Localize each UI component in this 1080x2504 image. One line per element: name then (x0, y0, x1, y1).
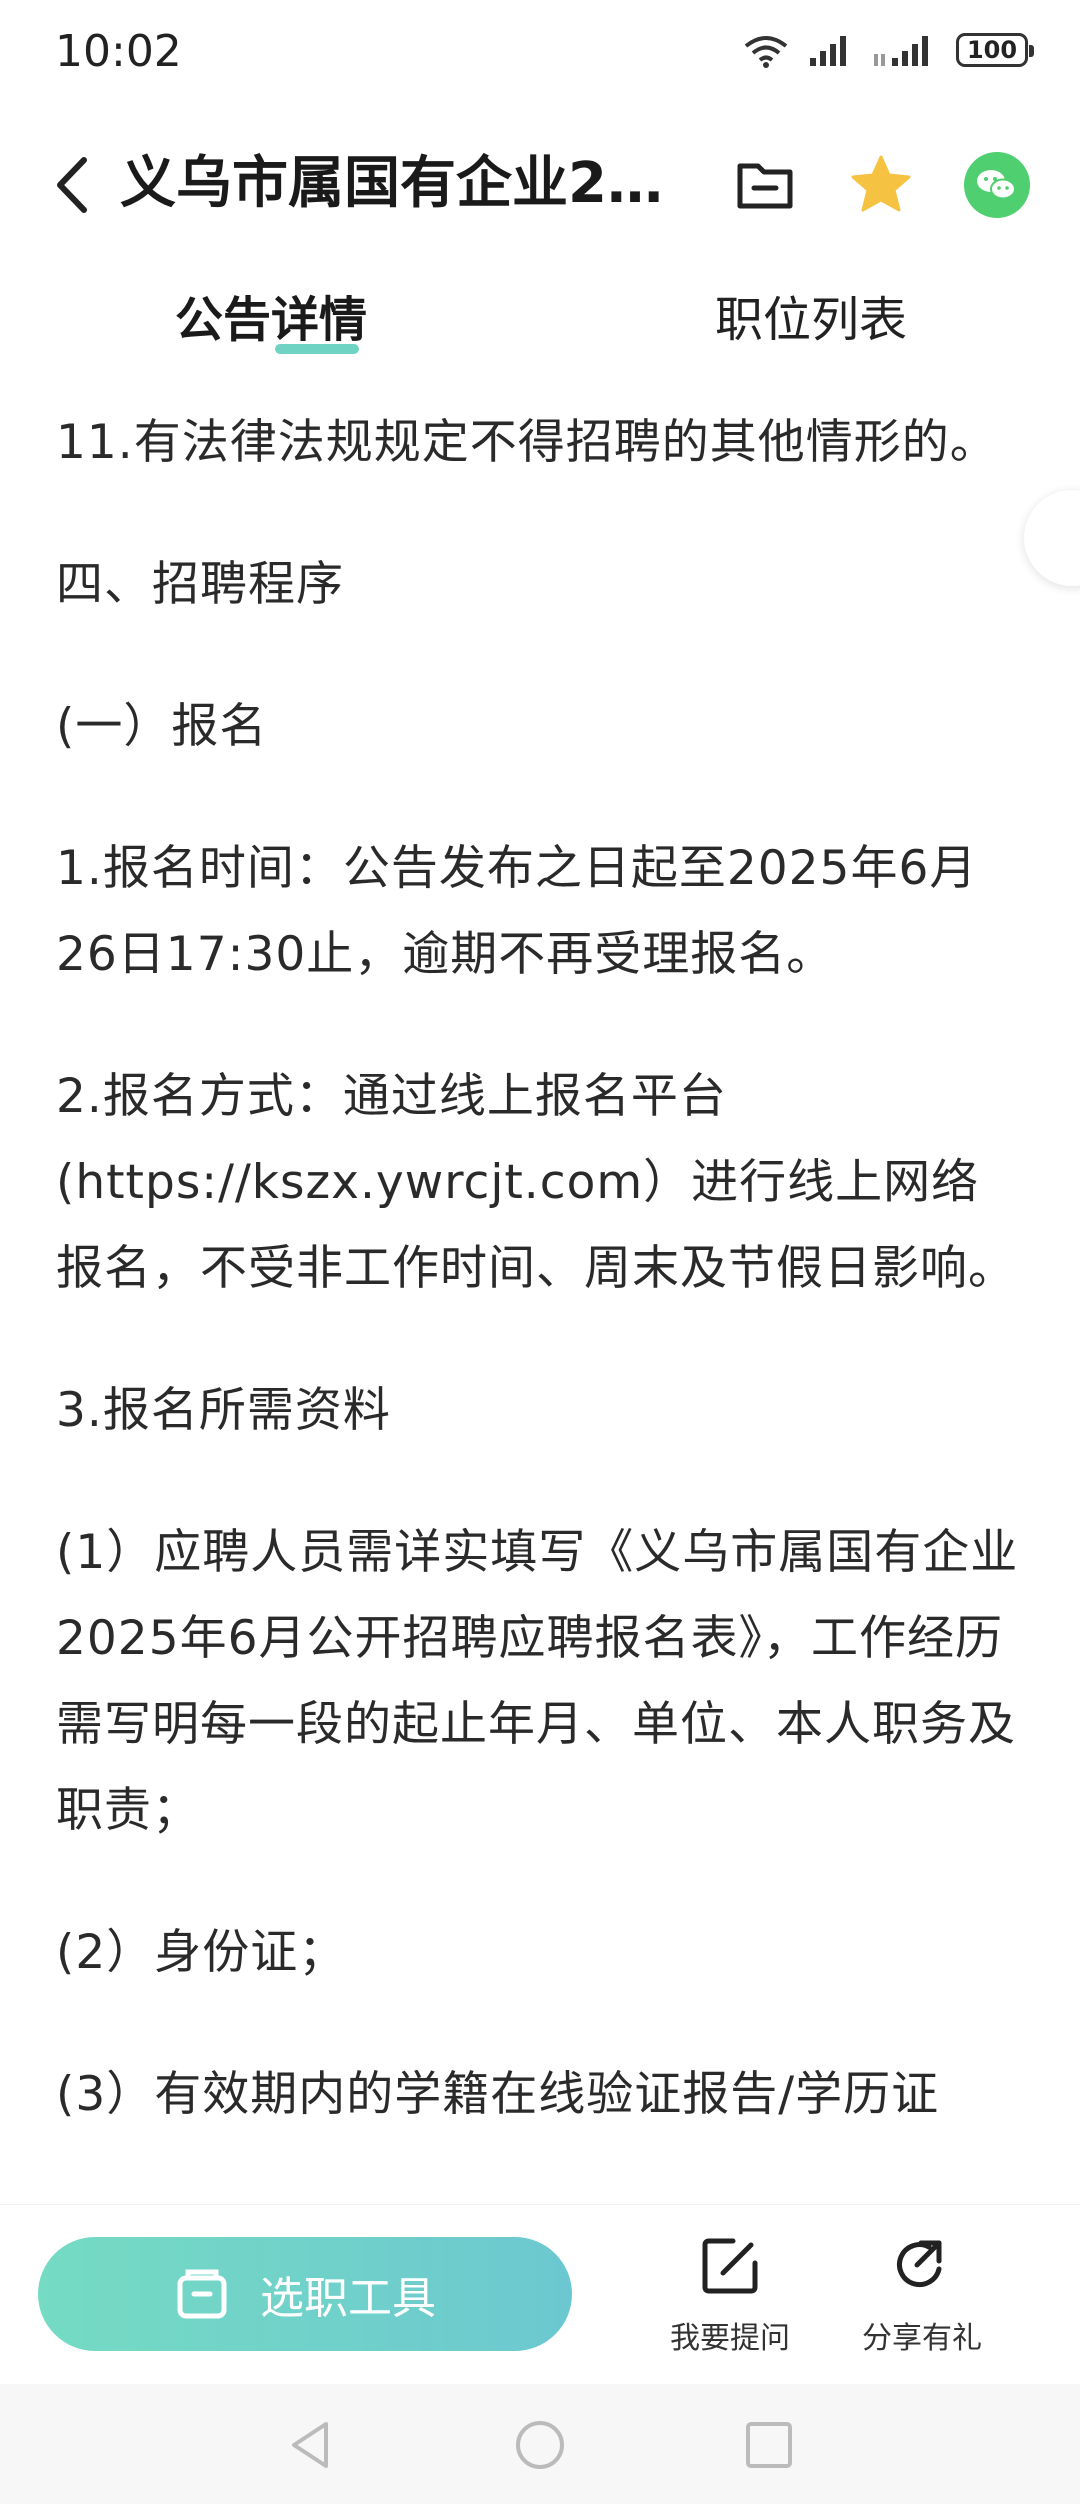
share-icon (897, 2240, 942, 2288)
signal-2-icon (874, 36, 928, 66)
paragraph: (3）有效期内的学籍在线验证报告/学历证 (56, 2067, 940, 2122)
nav-back-icon[interactable] (284, 2418, 338, 2472)
nav-home-icon[interactable] (513, 2418, 567, 2472)
back-arrow-icon[interactable] (48, 152, 98, 218)
select-tool-button[interactable]: 选职工具 (38, 2237, 572, 2351)
wechat-icon[interactable] (964, 152, 1030, 218)
edit-icon (702, 2238, 758, 2294)
tab-announcement-detail[interactable]: 公告详情 (175, 290, 367, 354)
paragraph: (1）应聘人员需详实填写《义乌市属国有企业2025年6月公开招聘应聘报名表》，工… (56, 1525, 1019, 1838)
paragraph: 1.报名时间：公告发布之日起至2025年6月26日17:30止，逾期不再受理报名… (56, 841, 978, 982)
status-time: 10:02 (55, 26, 182, 77)
share-button[interactable]: 分享有礼 (852, 2235, 992, 2357)
wifi-icon (744, 36, 788, 68)
page-title: 义乌市属国有企业2025年6月公开招聘公告 (120, 151, 700, 216)
paragraph: 2.报名方式：通过线上报名平台(https://kszx.ywrcjt.com）… (56, 1069, 1016, 1296)
status-icons: 100 (742, 32, 1034, 68)
select-tool-icon (177, 2269, 227, 2319)
announcement-content: 11.有法律法规规定不得招聘的其他情形的。 四、招聘程序 (一）报名 1.报名时… (56, 400, 1026, 2200)
paragraph: 11.有法律法规规定不得招聘的其他情形的。 (56, 415, 998, 470)
status-bar: 10:02 100 (0, 0, 1080, 110)
select-tool-label: 选职工具 (260, 2273, 436, 2324)
bottom-action-bar: 选职工具 我要提问 分享有礼 (0, 2204, 1080, 2385)
star-icon[interactable] (848, 152, 914, 218)
subsection-heading: (一）报名 (56, 699, 268, 754)
folder-icon[interactable] (732, 152, 798, 218)
signal-icon (810, 36, 846, 66)
section-heading: 四、招聘程序 (56, 557, 344, 612)
tab-bar: 公告详情 职位列表 (0, 280, 1080, 370)
battery-icon: 100 (956, 33, 1034, 67)
paragraph: 3.报名所需资料 (56, 1383, 391, 1438)
ask-question-label: 我要提问 (670, 2321, 790, 2356)
header: 义乌市属国有企业2025年6月公开招聘公告 (0, 130, 1080, 240)
share-label: 分享有礼 (862, 2321, 982, 2356)
system-nav-bar (0, 2384, 1080, 2504)
paragraph: (2）身份证； (56, 1925, 347, 1980)
ask-question-button[interactable]: 我要提问 (660, 2235, 800, 2357)
nav-recent-icon[interactable] (742, 2418, 796, 2472)
floating-side-button[interactable] (1024, 490, 1080, 586)
tab-position-list[interactable]: 职位列表 (715, 290, 907, 350)
